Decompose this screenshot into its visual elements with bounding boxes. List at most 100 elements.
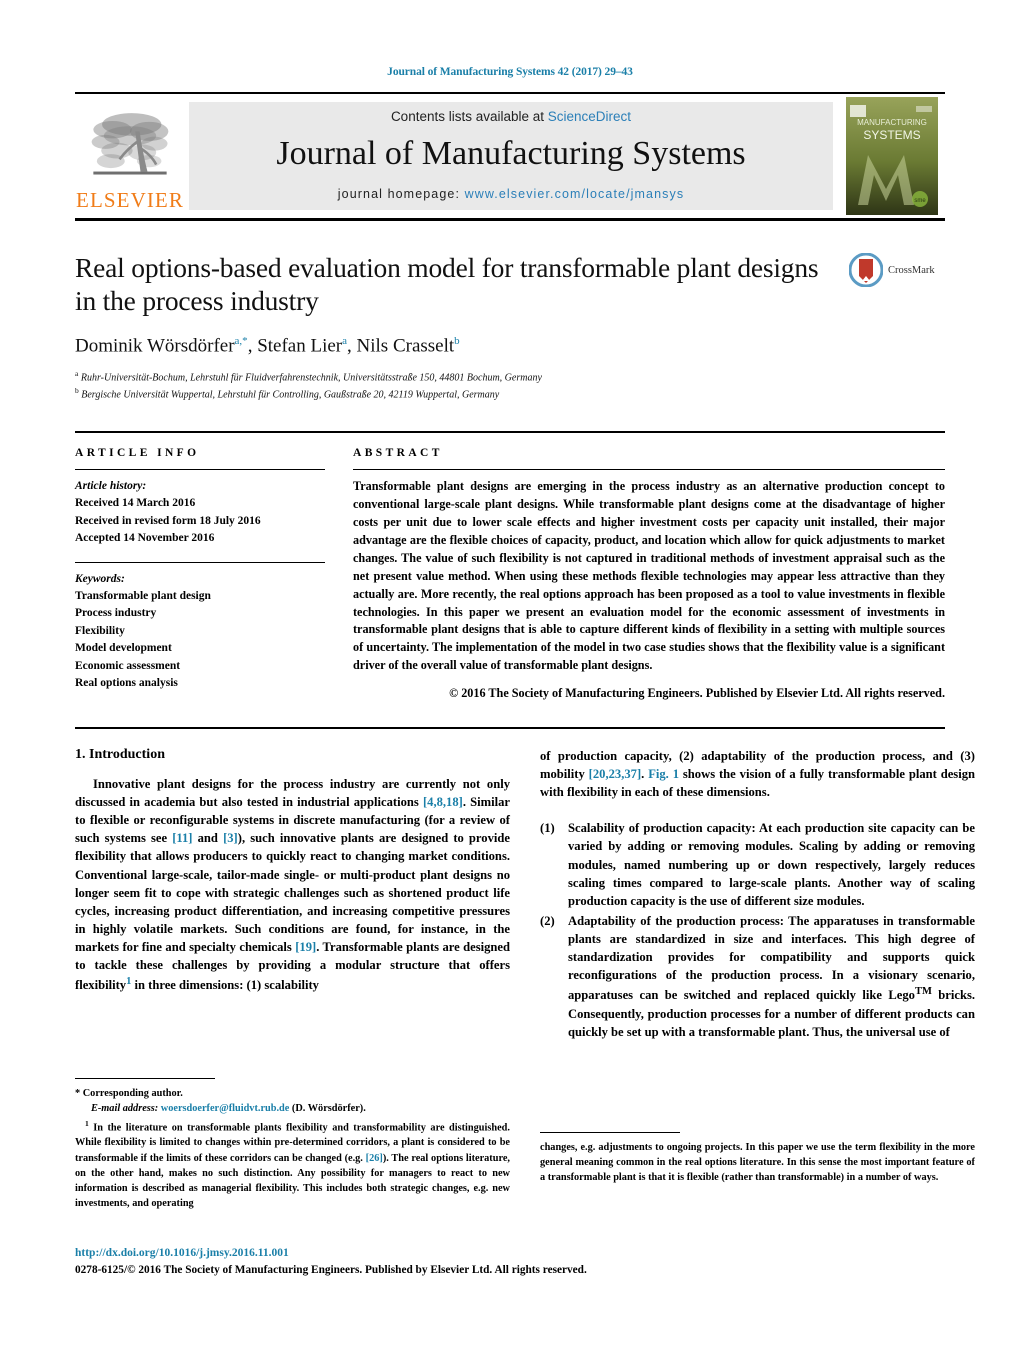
keyword-item: Flexibility (75, 624, 125, 637)
contents-prefix: Contents lists available at (390, 108, 548, 124)
footnote-1-continued: changes, e.g. adjustments to ongoing pro… (540, 1142, 975, 1184)
citation-link[interactable]: [20,23,37] (589, 767, 641, 781)
article-info-heading: ARTICLE INFO (75, 446, 200, 459)
sciencedirect-link[interactable]: ScienceDirect (548, 109, 631, 124)
issn-copyright-line: 0278-6125/© 2016 The Society of Manufact… (75, 1264, 587, 1277)
keywords-label: Keywords: (75, 572, 125, 585)
doi-link[interactable]: http://dx.doi.org/10.1016/j.jmsy.2016.11… (75, 1245, 675, 1262)
para-text: in three dimensions: (1) scalability (131, 978, 319, 993)
keyword-item: Real options analysis (75, 677, 178, 690)
footnote-area-left: * Corresponding author. E-mail address: … (75, 1078, 510, 1211)
author-marks: a,* (234, 335, 248, 347)
figure-link[interactable]: Fig. 1 (648, 767, 679, 781)
affiliation-list: a Ruhr-Universität-Bochum, Lehrstuhl für… (75, 369, 945, 403)
page-title: Real options-based evaluation model for … (75, 252, 819, 316)
footnote-1-text: 1 In the literature on transformable pla… (75, 1118, 510, 1211)
keyword-item: Model development (75, 642, 172, 655)
corresponding-author-note: * Corresponding author. (75, 1086, 510, 1101)
divider (75, 468, 325, 470)
elsevier-wordmark: ELSEVIER (76, 188, 184, 212)
citation-link[interactable]: [19] (295, 940, 316, 954)
intro-paragraph-continued: of production capacity, (2) adaptability… (540, 747, 975, 801)
body-column-right: of production capacity, (2) adaptability… (540, 747, 975, 1043)
list-item-lead: Adaptability of the production process: (568, 913, 784, 928)
dimension-list: (1) Scalability of production capacity: A… (540, 819, 975, 1041)
affiliation-item: a Ruhr-Universität-Bochum, Lehrstuhl für… (75, 369, 945, 386)
homepage-url-link[interactable]: www.elsevier.com/locate/jmansys (465, 187, 685, 201)
svg-text:SYSTEMS: SYSTEMS (863, 128, 920, 142)
list-marker: (1) (540, 821, 555, 836)
elsevier-logo: ELSEVIER (75, 94, 185, 218)
email-suffix: (D. Wörsdörfer). (291, 1103, 366, 1115)
list-item-lead: Scalability of production capacity: (568, 821, 756, 836)
article-info-column: ARTICLE INFO Article history: Received 1… (75, 447, 325, 703)
author-name: Stefan Lier (257, 335, 343, 357)
svg-text:sme: sme (914, 198, 926, 204)
journal-cover-image: MANUFACTURING SYSTEMS sme (846, 97, 938, 215)
corresponding-text: Corresponding author. (82, 1088, 183, 1099)
crossmark-badge[interactable]: CrossMark (849, 253, 945, 287)
title-area: Real options-based evaluation model for … (75, 251, 945, 403)
email-note: E-mail address: woersdoerfer@fluidvt.rub… (75, 1101, 510, 1116)
journal-title: Journal of Manufacturing Systems (276, 134, 746, 172)
footnote-number: 1 (85, 1118, 89, 1128)
affiliation-text: Bergische Universität Wuppertal, Lehrstu… (81, 389, 500, 401)
section-heading-introduction: 1. Introduction (75, 746, 165, 762)
contents-list-line: Contents lists available at ScienceDirec… (391, 109, 631, 124)
elsevier-tree-icon (91, 113, 169, 175)
affiliation-mark: b (75, 386, 79, 396)
trademark-mark: TM (914, 986, 932, 998)
svg-text:MANUFACTURING: MANUFACTURING (857, 118, 927, 127)
email-link[interactable]: woersdoerfer@fluidvt.rub.de (161, 1103, 290, 1114)
crossmark-icon (849, 253, 883, 287)
divider (75, 561, 325, 563)
list-item: (2) Adaptability of the production proces… (540, 912, 975, 1041)
journal-homepage-line: journal homepage: www.elsevier.com/locat… (338, 187, 684, 201)
citation-link[interactable]: [11] (172, 831, 192, 845)
journal-cover: MANUFACTURING SYSTEMS sme (839, 94, 945, 218)
citation-link[interactable]: [26] (366, 1153, 383, 1164)
article-page: Journal of Manufacturing Systems 42 (201… (0, 0, 1020, 1351)
doi-area: http://dx.doi.org/10.1016/j.jmsy.2016.11… (75, 1245, 675, 1279)
email-label: E-mail address: (91, 1103, 159, 1115)
affiliation-text: Ruhr-Universität-Bochum, Lehrstuhl für F… (80, 372, 542, 384)
para-text: and (192, 831, 224, 846)
citation-link[interactable]: [3] (223, 831, 238, 845)
citation-link[interactable]: [4,8,18] (423, 795, 463, 809)
keyword-item: Transformable plant design (75, 589, 211, 602)
running-head: Journal of Manufacturing Systems 42 (201… (387, 66, 633, 78)
intro-paragraph: Innovative plant designs for the process… (75, 775, 510, 995)
body-columns: 1. Introduction Innovative plant designs… (75, 746, 975, 1043)
abstract-text: Transformable plant designs are emerging… (353, 478, 945, 673)
history-item: Received 14 March 2016 (75, 497, 196, 510)
keyword-item: Process industry (75, 607, 157, 620)
history-item: Accepted 14 November 2016 (75, 532, 215, 545)
footnote-divider (540, 1132, 680, 1133)
author-name: Dominik Wörsdörfer (75, 335, 235, 357)
list-marker: (2) (540, 913, 555, 928)
corresponding-mark: * (75, 1088, 81, 1099)
footnote-area-right: changes, e.g. adjustments to ongoing pro… (540, 1132, 975, 1185)
footnote-divider (75, 1078, 215, 1079)
homepage-label: journal homepage: (337, 187, 465, 202)
abstract-heading: ABSTRACT (353, 446, 443, 459)
divider (75, 726, 945, 729)
affiliation-item: b Bergische Universität Wuppertal, Lehrs… (75, 386, 945, 403)
abstract-copyright: © 2016 The Society of Manufacturing Engi… (449, 686, 945, 701)
para-text: ), such innovative plants are designed t… (75, 831, 510, 955)
journal-masthead: ELSEVIER Contents lists available at Sci… (75, 92, 945, 221)
divider (353, 468, 945, 470)
info-abstract-block: ARTICLE INFO Article history: Received 1… (75, 430, 945, 703)
keyword-item: Economic assessment (75, 659, 181, 672)
abstract-column: ABSTRACT Transformable plant designs are… (353, 447, 945, 703)
affiliation-mark: a (75, 369, 79, 379)
author-sep: , (247, 335, 258, 357)
article-history-label: Article history: (75, 479, 147, 492)
history-item: Received in revised form 18 July 2016 (75, 514, 261, 527)
author-sep: , (347, 335, 357, 357)
author-list: Dominik Wörsdörfera,*, Stefan Liera, Nil… (75, 335, 945, 357)
author-marks: b (454, 335, 460, 347)
author-name: Nils Crasselt (356, 335, 455, 357)
list-item: (1) Scalability of production capacity: A… (540, 819, 975, 910)
masthead-center: Contents lists available at ScienceDirec… (189, 102, 833, 210)
